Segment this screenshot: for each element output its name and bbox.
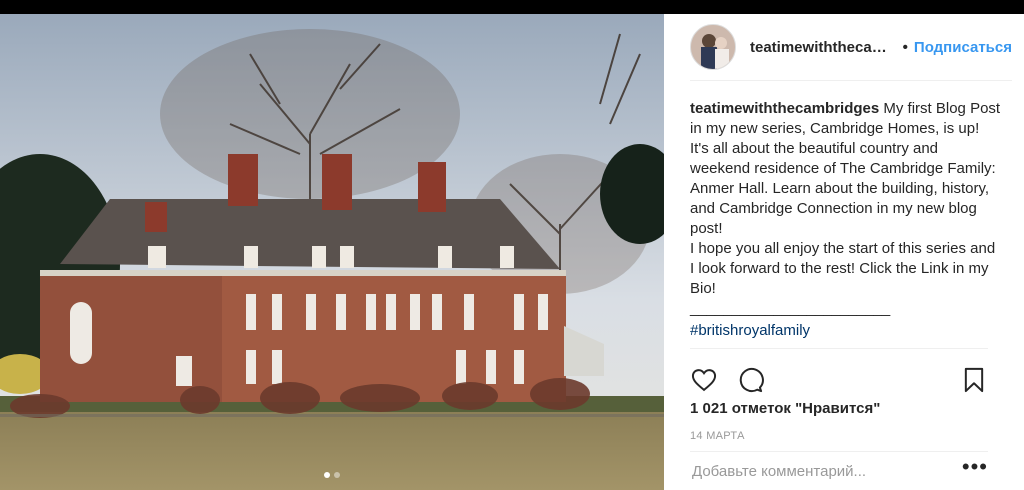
- post-photo[interactable]: [0, 14, 664, 490]
- carousel-dot: [334, 472, 340, 478]
- post-date[interactable]: 14 МАРТА: [690, 430, 745, 442]
- avatar[interactable]: [690, 24, 736, 70]
- comment-input[interactable]: [690, 461, 962, 481]
- anmer-hall-photo: [0, 14, 664, 490]
- hashtag-link[interactable]: #britishroyalfamily: [690, 321, 810, 341]
- post-username[interactable]: teatimewiththecam...: [750, 39, 897, 56]
- post-side-panel: teatimewiththecam... • Подписаться teati…: [664, 14, 1024, 490]
- heart-icon[interactable]: [690, 366, 718, 394]
- post-container: teatimewiththecam... • Подписаться teati…: [0, 14, 1024, 490]
- post-header: teatimewiththecam... • Подписаться: [690, 14, 1012, 81]
- caption-text: My first Blog Post in my new series, Cam…: [690, 100, 1001, 297]
- comment-bar: •••: [690, 451, 988, 490]
- caption-divider: ________________________: [690, 300, 891, 317]
- post-actions: [690, 348, 988, 401]
- more-options-icon[interactable]: •••: [962, 454, 988, 480]
- caption-username[interactable]: teatimewiththecambridges: [690, 100, 879, 117]
- bookmark-icon[interactable]: [960, 366, 988, 394]
- post-caption: teatimewiththecambridges My first Blog P…: [690, 99, 1002, 299]
- follow-button[interactable]: Подписаться: [914, 39, 1012, 56]
- avatar-image: [691, 25, 735, 69]
- carousel-dot-active: [324, 472, 330, 478]
- carousel-indicator: [324, 472, 340, 478]
- likes-count[interactable]: 1 021 отметок "Нравится": [690, 400, 880, 417]
- header-separator: •: [902, 38, 908, 56]
- comment-icon[interactable]: [736, 366, 764, 394]
